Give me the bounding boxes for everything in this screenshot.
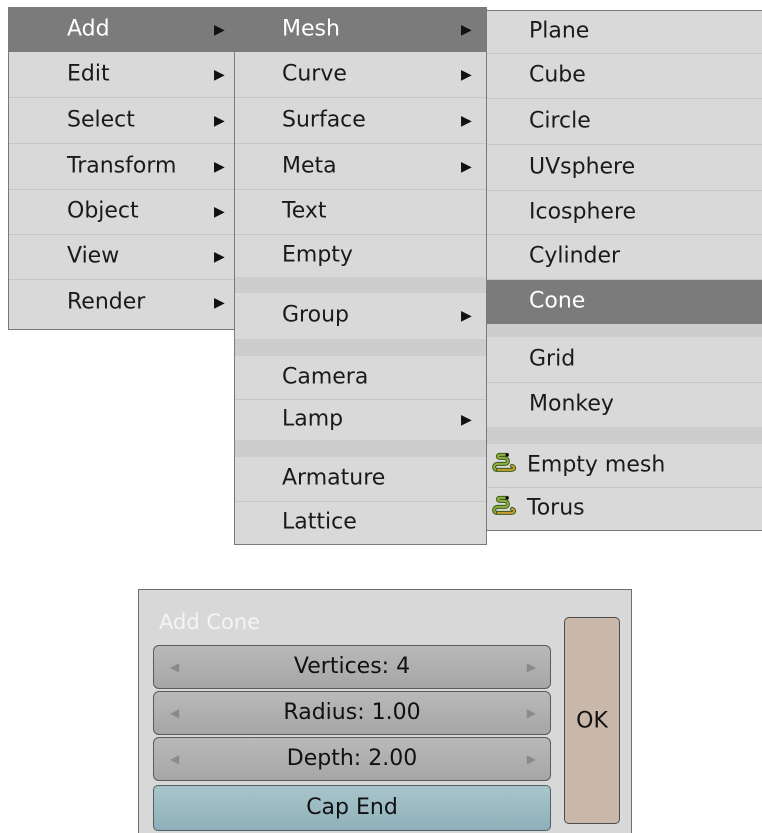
submenu-arrow-icon: ▶ xyxy=(214,249,225,265)
increment-arrow-icon[interactable]: ▶ xyxy=(527,660,536,674)
submenu-arrow-icon: ▶ xyxy=(214,295,225,311)
menu-item-surface[interactable]: Surface ▶ xyxy=(235,98,486,144)
menu-item-mesh[interactable]: Mesh ▶ xyxy=(235,8,486,52)
menu-item-label: Object xyxy=(67,198,139,224)
submenu-arrow-icon: ▶ xyxy=(461,308,472,324)
menu-item-curve[interactable]: Curve ▶ xyxy=(235,52,486,98)
submenu-arrow-icon: ▶ xyxy=(461,412,472,428)
menu-separator xyxy=(487,427,762,444)
menu-item-monkey[interactable]: Monkey xyxy=(487,383,762,427)
python-snake-icon xyxy=(491,493,517,524)
increment-arrow-icon[interactable]: ▶ xyxy=(527,706,536,720)
menu-item-label: Monkey xyxy=(529,391,614,417)
menu-separator xyxy=(487,324,762,337)
menu-item-label: Meta xyxy=(282,153,337,179)
menu-separator xyxy=(235,277,486,293)
menu-item-icosphere[interactable]: Icosphere xyxy=(487,191,762,235)
menu-item-label: Circle xyxy=(529,108,591,134)
menu-separator xyxy=(235,440,486,457)
vertices-value: Vertices: 4 xyxy=(293,654,411,679)
cap-end-toggle[interactable]: Cap End xyxy=(153,785,551,831)
menu-item-lattice[interactable]: Lattice xyxy=(235,502,486,544)
menu-item-edit[interactable]: Edit ▶ xyxy=(9,52,234,98)
menu-item-label: Empty xyxy=(282,242,353,268)
menu-item-label: Mesh xyxy=(282,16,340,42)
menu-item-uvsphere[interactable]: UVsphere xyxy=(487,145,762,191)
add-submenu: Mesh ▶ Curve ▶ Surface ▶ Meta ▶ Text Emp… xyxy=(234,7,487,545)
menu-item-label: Plane xyxy=(529,18,590,44)
menu-item-meta[interactable]: Meta ▶ xyxy=(235,144,486,190)
vertices-field[interactable]: ◀ Vertices: 4 ▶ xyxy=(153,645,551,689)
submenu-arrow-icon: ▶ xyxy=(461,66,472,83)
cap-end-label: Cap End xyxy=(306,795,398,820)
main-menu: Add ▶ Edit ▶ Select ▶ Transform ▶ Object… xyxy=(8,7,235,330)
menu-item-plane[interactable]: Plane xyxy=(487,11,762,54)
menu-item-label: UVsphere xyxy=(529,154,636,180)
menu-item-render[interactable]: Render ▶ xyxy=(9,280,234,326)
menu-item-label: Group xyxy=(282,302,349,328)
menu-item-cone[interactable]: Cone xyxy=(487,280,762,324)
submenu-arrow-icon: ▶ xyxy=(214,21,225,38)
menu-item-label: Render xyxy=(67,289,146,315)
menu-item-label: Curve xyxy=(282,61,347,87)
menu-item-label: Add xyxy=(67,16,110,42)
ok-label: OK xyxy=(576,708,608,733)
menu-item-label: Grid xyxy=(529,346,576,372)
menu-item-lamp[interactable]: Lamp ▶ xyxy=(235,400,486,440)
menu-item-label: Cone xyxy=(529,288,586,314)
menu-separator xyxy=(235,339,486,356)
submenu-arrow-icon: ▶ xyxy=(461,112,472,129)
menu-item-label: Transform xyxy=(67,153,177,179)
radius-field[interactable]: ◀ Radius: 1.00 ▶ xyxy=(153,691,551,735)
menu-item-label: Surface xyxy=(282,107,366,133)
menu-item-label: Edit xyxy=(67,61,110,87)
menu-item-empty[interactable]: Empty xyxy=(235,235,486,277)
menu-item-label: Select xyxy=(67,107,135,133)
menu-item-group[interactable]: Group ▶ xyxy=(235,293,486,339)
menu-item-label: Cube xyxy=(529,62,586,88)
menu-item-label: Lattice xyxy=(282,509,357,535)
python-snake-icon xyxy=(491,449,517,480)
menu-item-select[interactable]: Select ▶ xyxy=(9,98,234,144)
menu-item-label: View xyxy=(67,243,120,269)
menu-item-circle[interactable]: Circle xyxy=(487,99,762,145)
menu-item-label: Icosphere xyxy=(529,199,637,225)
submenu-arrow-icon: ▶ xyxy=(214,112,225,129)
menu-item-grid[interactable]: Grid xyxy=(487,337,762,383)
menu-item-cylinder[interactable]: Cylinder xyxy=(487,235,762,280)
menu-item-camera[interactable]: Camera xyxy=(235,356,486,400)
menu-item-label: Cylinder xyxy=(529,243,621,269)
menu-item-transform[interactable]: Transform ▶ xyxy=(9,144,234,190)
increment-arrow-icon[interactable]: ▶ xyxy=(527,752,536,766)
depth-value: Depth: 2.00 xyxy=(286,746,418,771)
menu-item-label: Armature xyxy=(282,465,386,491)
submenu-arrow-icon: ▶ xyxy=(214,66,225,83)
radius-value: Radius: 1.00 xyxy=(283,700,421,725)
add-cone-dialog: Add Cone ◀ Vertices: 4 ▶ ◀ Radius: 1.00 … xyxy=(138,589,632,833)
dialog-title: Add Cone xyxy=(159,610,261,634)
submenu-arrow-icon: ▶ xyxy=(461,158,472,175)
menu-item-label: Torus xyxy=(527,495,585,521)
menu-item-text[interactable]: Text xyxy=(235,190,486,235)
menu-item-empty-mesh[interactable]: Empty mesh xyxy=(487,444,762,488)
submenu-arrow-icon: ▶ xyxy=(214,158,225,175)
menu-item-torus[interactable]: Torus xyxy=(487,488,762,530)
menu-item-label: Empty mesh xyxy=(527,452,666,478)
depth-field[interactable]: ◀ Depth: 2.00 ▶ xyxy=(153,737,551,781)
menu-item-cube[interactable]: Cube xyxy=(487,54,762,99)
menu-item-view[interactable]: View ▶ xyxy=(9,235,234,280)
menu-item-label: Lamp xyxy=(282,406,344,432)
menu-item-add[interactable]: Add ▶ xyxy=(9,8,234,52)
ok-button[interactable]: OK xyxy=(564,617,620,824)
menu-item-object[interactable]: Object ▶ xyxy=(9,190,234,235)
menu-item-label: Camera xyxy=(282,364,369,390)
menu-item-armature[interactable]: Armature xyxy=(235,457,486,502)
submenu-arrow-icon: ▶ xyxy=(214,204,225,220)
submenu-arrow-icon: ▶ xyxy=(461,21,472,38)
mesh-submenu: Plane Cube Circle UVsphere Icosphere Cyl… xyxy=(486,10,762,531)
menu-item-label: Text xyxy=(282,198,327,224)
